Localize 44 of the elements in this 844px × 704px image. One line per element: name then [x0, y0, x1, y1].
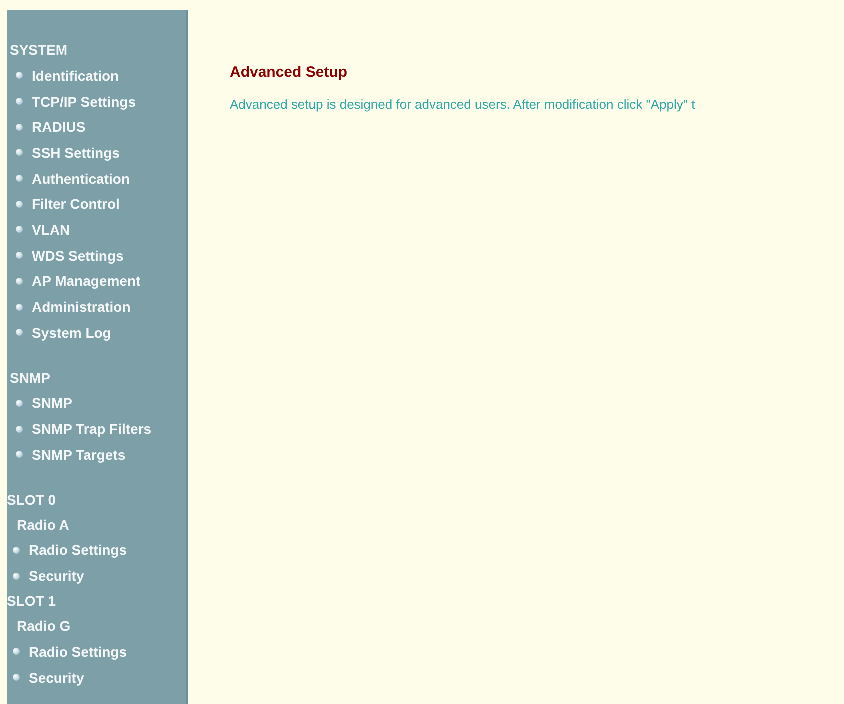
- bullet-icon: [16, 329, 23, 336]
- nav-link[interactable]: SNMP: [32, 395, 72, 412]
- bullet-icon: [16, 400, 23, 407]
- bullet-icon: [16, 304, 23, 311]
- bullet-icon: [16, 72, 23, 80]
- bullet-icon: [16, 426, 23, 433]
- radio-heading: Radio G: [16, 617, 72, 636]
- bullet-icon: [16, 451, 23, 458]
- section-heading: SNMP: [10, 368, 52, 388]
- nav-link[interactable]: SSH Settings: [32, 144, 120, 161]
- bullet-icon: [13, 572, 20, 580]
- section-heading: SYSTEM: [10, 41, 69, 60]
- nav-link[interactable]: AP Management: [32, 273, 141, 290]
- section-heading: SLOT 1: [7, 592, 58, 611]
- bullet-icon: [16, 149, 23, 156]
- nav-link[interactable]: Authentication: [32, 170, 130, 187]
- nav-link[interactable]: TCP/IP Settings: [32, 94, 136, 110]
- nav-link[interactable]: RADIUS: [32, 119, 86, 136]
- nav-link[interactable]: Security: [29, 670, 84, 686]
- nav-link[interactable]: Security: [29, 568, 84, 584]
- radio-heading: Radio A: [16, 516, 70, 535]
- nav-link[interactable]: System Log: [32, 324, 112, 341]
- bullet-icon: [16, 278, 23, 285]
- nav-link[interactable]: Administration: [32, 299, 131, 316]
- bullet-icon: [16, 124, 23, 131]
- bullet-icon: [16, 226, 23, 234]
- section-heading: SLOT 0: [7, 490, 58, 510]
- nav-link[interactable]: Filter Control: [32, 196, 120, 212]
- bullet-icon: [16, 175, 23, 182]
- nav-link[interactable]: SNMP Targets: [32, 446, 126, 463]
- nav-link[interactable]: VLAN: [32, 222, 70, 238]
- nav-link[interactable]: Radio Settings: [29, 542, 128, 558]
- bullet-icon: [13, 674, 20, 682]
- nav-link[interactable]: WDS Settings: [32, 248, 124, 264]
- nav-link[interactable]: Radio Settings: [29, 644, 128, 660]
- description-text: Advanced setup is designed for advanced users. After modification click "Apply" t: [230, 97, 696, 112]
- bullet-icon: [16, 98, 23, 106]
- nav-link[interactable]: Identification: [32, 68, 120, 84]
- bullet-icon: [16, 252, 23, 260]
- bullet-icon: [16, 200, 23, 208]
- nav-link[interactable]: SNMP Trap Filters: [32, 421, 152, 438]
- page-title: Advanced Setup: [230, 64, 349, 81]
- bullet-icon: [13, 546, 20, 554]
- bullet-icon: [13, 648, 20, 656]
